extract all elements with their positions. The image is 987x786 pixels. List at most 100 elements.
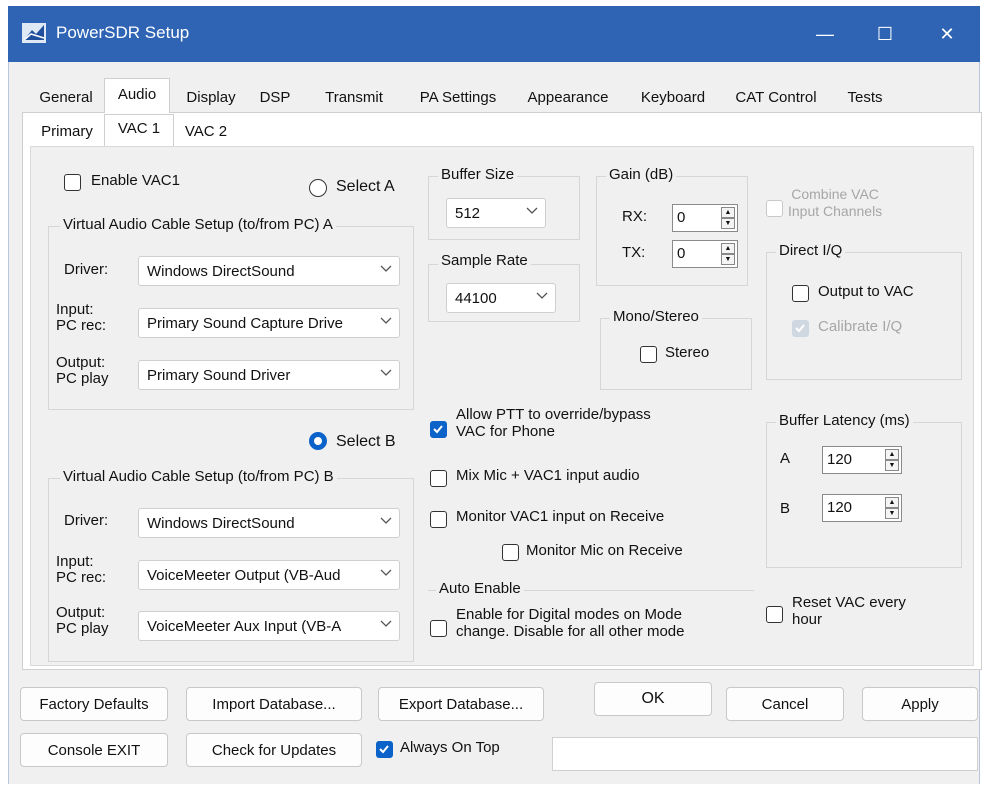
driver-b-select[interactable]: Windows DirectSound [138, 508, 400, 538]
tx-gain-value: 0 [677, 245, 686, 262]
select-a-label: Select A [336, 178, 395, 195]
output-a-select[interactable]: Primary Sound Driver [138, 360, 400, 390]
import-database-button[interactable]: Import Database... [186, 687, 362, 721]
mix-mic-label: Mix Mic + VAC1 input audio [456, 467, 640, 484]
rx-gain-spinner[interactable]: 0 ▲ ▼ [672, 204, 738, 232]
cancel-button[interactable]: Cancel [726, 687, 844, 721]
export-database-button[interactable]: Export Database... [378, 687, 544, 721]
console-exit-button[interactable]: Console EXIT [20, 733, 168, 767]
reset-vac-checkbox[interactable] [766, 606, 783, 623]
monitor-vac1-label: Monitor VAC1 input on Receive [456, 508, 665, 525]
driver-a-select[interactable]: Windows DirectSound [138, 256, 400, 286]
tx-gain-spinner[interactable]: 0 ▲ ▼ [672, 240, 738, 268]
always-on-top-label: Always On Top [400, 739, 500, 756]
tab-primary[interactable]: Primary [32, 118, 102, 146]
output-to-vac-label: Output to VAC [818, 283, 914, 300]
apply-button[interactable]: Apply [862, 687, 978, 721]
buffer-size-title: Buffer Size [438, 166, 518, 183]
enable-vac1-label: Enable VAC1 [91, 172, 180, 189]
auto-enable-label: Enable for Digital modes on Mode change. … [456, 606, 685, 640]
chevron-down-icon [380, 517, 392, 524]
tab-dsp[interactable]: DSP [250, 82, 300, 112]
spin-up-icon[interactable]: ▲ [885, 497, 899, 508]
input-b-value: VoiceMeeter Output (VB-Aud [147, 567, 341, 584]
tab-vac1[interactable]: VAC 1 [104, 114, 174, 147]
reset-vac-label: Reset VAC every hour [792, 594, 906, 628]
latency-a-value: 120 [827, 451, 853, 468]
output-b-label: Output: PC play [56, 604, 109, 637]
spin-down-icon[interactable]: ▼ [885, 460, 899, 471]
auto-enable-checkbox[interactable] [430, 620, 447, 637]
tab-appearance[interactable]: Appearance [514, 82, 622, 112]
always-on-top-checkbox[interactable] [376, 741, 393, 758]
rx-gain-value: 0 [677, 209, 686, 226]
select-b-radio[interactable] [309, 432, 327, 450]
tab-tests[interactable]: Tests [834, 82, 896, 112]
calibrate-iq-checkbox[interactable] [792, 320, 809, 337]
input-a-select[interactable]: Primary Sound Capture Drive [138, 308, 400, 338]
output-a-value: Primary Sound Driver [147, 367, 291, 384]
select-b-label: Select B [336, 433, 396, 450]
combine-vac-label: Combine VAC Input Channels [788, 186, 883, 219]
spin-up-icon[interactable]: ▲ [721, 207, 735, 218]
tab-display[interactable]: Display [178, 82, 244, 112]
tab-vac2[interactable]: VAC 2 [176, 118, 236, 146]
mix-mic-checkbox[interactable] [430, 470, 447, 487]
ok-button[interactable]: OK [594, 682, 712, 716]
chevron-down-icon [380, 569, 392, 576]
monitor-vac1-checkbox[interactable] [430, 511, 447, 528]
allow-ptt-checkbox[interactable] [430, 421, 447, 438]
monitor-mic-checkbox[interactable] [502, 544, 519, 561]
spin-up-icon[interactable]: ▲ [721, 243, 735, 254]
check-updates-button[interactable]: Check for Updates [186, 733, 362, 767]
auto-enable-title: Auto Enable [436, 580, 524, 597]
tab-pa-settings[interactable]: PA Settings [406, 82, 510, 112]
tab-cat-control[interactable]: CAT Control [722, 82, 830, 112]
latency-a-spinner[interactable]: 120 ▲ ▼ [822, 446, 902, 474]
chevron-down-icon [380, 317, 392, 324]
spin-down-icon[interactable]: ▼ [721, 254, 735, 265]
driver-b-value: Windows DirectSound [147, 515, 295, 532]
vac-setup-b-title: Virtual Audio Cable Setup (to/from PC) B [60, 468, 337, 485]
mono-stereo-title: Mono/Stereo [610, 308, 702, 325]
buffer-size-select[interactable]: 512 [446, 198, 546, 228]
output-b-select[interactable]: VoiceMeeter Aux Input (VB-A [138, 611, 400, 641]
calibrate-iq-label: Calibrate I/Q [818, 318, 903, 335]
spin-down-icon[interactable]: ▼ [721, 218, 735, 229]
factory-defaults-button[interactable]: Factory Defaults [20, 687, 168, 721]
close-button[interactable]: ✕ [912, 6, 982, 62]
tx-gain-label: TX: [622, 244, 646, 261]
input-a-label: Input: PC rec: [56, 301, 107, 334]
latency-a-label: A [780, 450, 791, 467]
allow-ptt-label: Allow PTT to override/bypass VAC for Phon… [456, 406, 651, 440]
input-b-label: Input: PC rec: [56, 553, 107, 586]
tab-general[interactable]: General [28, 82, 104, 112]
driver-a-value: Windows DirectSound [147, 263, 295, 280]
latency-b-value: 120 [827, 499, 853, 516]
chevron-down-icon [380, 265, 392, 272]
sample-rate-title: Sample Rate [438, 252, 531, 269]
enable-vac1-checkbox[interactable] [64, 174, 81, 191]
chevron-down-icon [380, 369, 392, 376]
latency-b-spinner[interactable]: 120 ▲ ▼ [822, 494, 902, 522]
spin-up-icon[interactable]: ▲ [885, 449, 899, 460]
latency-b-label: B [780, 500, 791, 517]
tab-keyboard[interactable]: Keyboard [628, 82, 718, 112]
output-to-vac-checkbox[interactable] [792, 285, 809, 302]
close-icon: ✕ [939, 23, 955, 44]
stereo-checkbox[interactable] [640, 346, 657, 363]
tab-transmit[interactable]: Transmit [310, 82, 398, 112]
vac-setup-a-title: Virtual Audio Cable Setup (to/from PC) A [60, 216, 336, 233]
title-bar[interactable]: PowerSDR Setup — ☐ ✕ [8, 6, 980, 62]
chevron-down-icon [380, 620, 392, 627]
maximize-button[interactable]: ☐ [850, 6, 920, 62]
driver-b-label: Driver: [64, 512, 109, 529]
tab-audio[interactable]: Audio [104, 78, 170, 113]
spin-down-icon[interactable]: ▼ [885, 508, 899, 519]
sample-rate-select[interactable]: 44100 [446, 283, 556, 313]
input-b-select[interactable]: VoiceMeeter Output (VB-Aud [138, 560, 400, 590]
combine-vac-checkbox[interactable] [766, 200, 783, 217]
window-title: PowerSDR Setup [56, 23, 190, 42]
select-a-radio[interactable] [309, 179, 327, 197]
buffer-latency-title: Buffer Latency (ms) [776, 412, 913, 429]
